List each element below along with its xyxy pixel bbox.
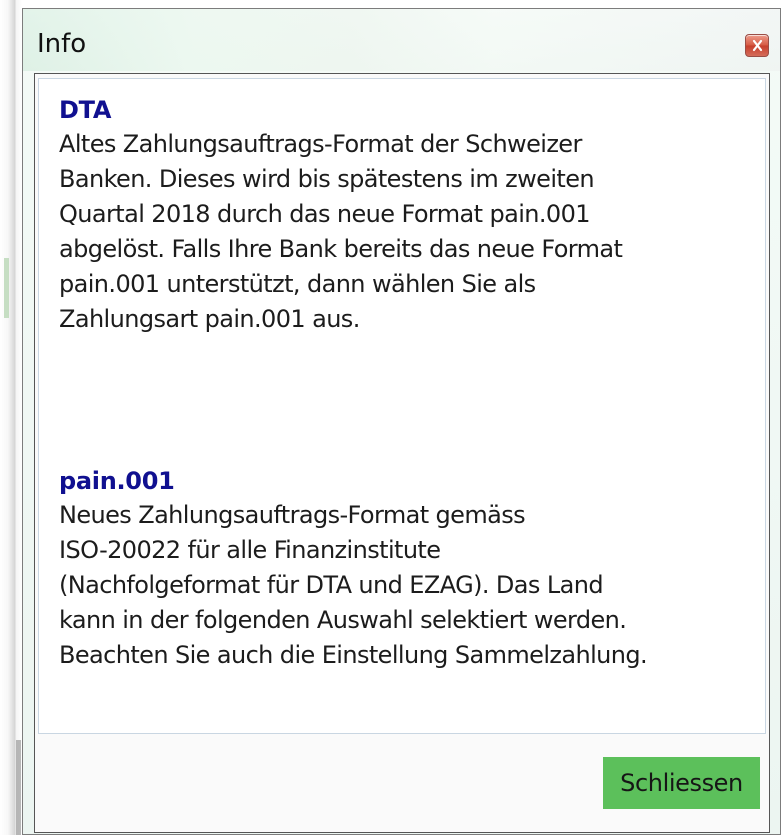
close-icon [752, 39, 763, 52]
dta-description-line-6: Zahlungsart pain.001 aus. [59, 305, 360, 333]
dialog-content-frame: DTA Altes Zahlungsauftrags-Format der Sc… [34, 73, 770, 833]
info-dialog: Info DTA Altes Zahlungsauftrags-Format d… [22, 8, 781, 835]
background-window-edge [0, 0, 22, 835]
dialog-titlebar: Info [23, 9, 780, 71]
dta-description-line-5: pain.001 unterstützt, dann wählen Sie al… [59, 270, 536, 298]
dta-description-line-4: abgelöst. Falls Ihre Bank bereits das ne… [59, 235, 623, 263]
pain-001-description-line-2: ISO-20022 für alle Finanzinstitute [59, 536, 441, 564]
dialog-title: Info [37, 29, 87, 59]
close-window-button[interactable] [745, 34, 769, 57]
dta-description-line-1: Altes Zahlungsauftrags-Format der Schwei… [59, 130, 582, 158]
pain-001-heading: pain.001 [59, 467, 175, 495]
dta-info-section: DTA Altes Zahlungsauftrags-Format der Sc… [59, 94, 759, 337]
dialog-button-area: Schliessen [35, 736, 769, 832]
dta-heading: DTA [59, 96, 112, 124]
info-text-area[interactable]: DTA Altes Zahlungsauftrags-Format der Sc… [38, 78, 766, 734]
pain-001-info-section: pain.001 Neues Zahlungsauftrags-Format g… [59, 465, 759, 673]
pain-001-description-line-1: Neues Zahlungsauftrags-Format gemäss [59, 501, 526, 529]
pain-001-description-line-5: Beachten Sie auch die Einstellung Sammel… [59, 641, 648, 669]
dta-description-line-2: Banken. Dieses wird bis spätestens im zw… [59, 165, 595, 193]
pain-001-description-line-3: (Nachfolgeformat für DTA und EZAG). Das … [59, 571, 604, 599]
screen: Info DTA Altes Zahlungsauftrags-Format d… [0, 0, 781, 835]
schliessen-button[interactable]: Schliessen [603, 757, 760, 809]
pain-001-description-line-4: kann in der folgenden Auswahl selektiert… [59, 606, 627, 634]
dta-description-line-3: Quartal 2018 durch das neue Format pain.… [59, 200, 591, 228]
